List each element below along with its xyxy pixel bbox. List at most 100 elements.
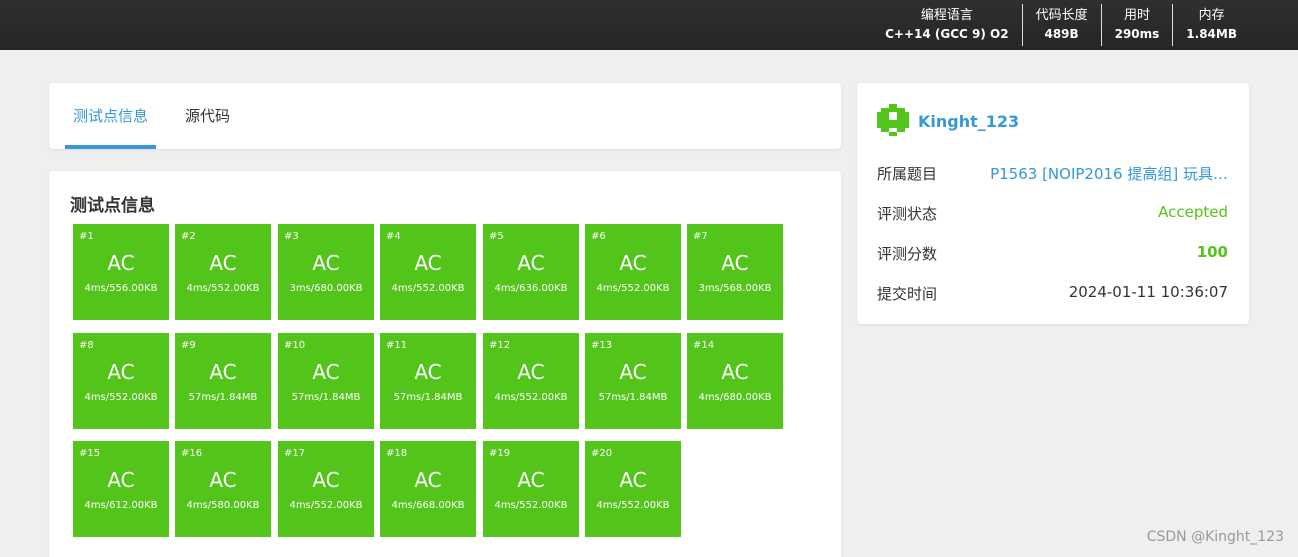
test-case-number: #3 — [284, 231, 299, 242]
test-case-number: #5 — [489, 231, 504, 242]
info-key: 评测状态 — [877, 205, 938, 223]
test-case-tile[interactable]: #17 AC 4ms/552.00KB — [278, 441, 374, 537]
test-case-meta: 3ms/680.00KB — [289, 283, 363, 294]
test-case-number: #1 — [79, 231, 94, 242]
test-case-status: AC — [721, 251, 749, 275]
test-case-tile[interactable]: #8 AC 4ms/552.00KB — [73, 333, 169, 429]
test-case-meta: 4ms/552.00KB — [289, 500, 363, 511]
test-case-number: #7 — [693, 231, 708, 242]
test-case-tile[interactable]: #18 AC 4ms/668.00KB — [380, 441, 476, 537]
test-case-number: #17 — [284, 448, 306, 459]
test-case-meta: 4ms/552.00KB — [596, 283, 670, 294]
test-case-number: #12 — [489, 340, 511, 351]
test-case-meta: 57ms/1.84MB — [188, 392, 258, 403]
info-key: 提交时间 — [877, 285, 938, 303]
stat-label: 用时 — [1123, 8, 1150, 23]
test-case-number: #4 — [386, 231, 401, 242]
test-case-status: AC — [517, 360, 545, 384]
test-case-meta: 4ms/612.00KB — [84, 500, 158, 511]
test-case-tile[interactable]: #5 AC 4ms/636.00KB — [483, 224, 579, 320]
test-case-tile[interactable]: #6 AC 4ms/552.00KB — [585, 224, 681, 320]
section-title: 测试点信息 — [70, 196, 155, 216]
test-case-status: AC — [414, 468, 442, 492]
test-case-number: #8 — [79, 340, 94, 351]
test-case-tile[interactable]: #1 AC 4ms/556.00KB — [73, 224, 169, 320]
top-bar: 编程语言 C++14 (GCC 9) O2 代码长度 489B 用时 290ms… — [0, 0, 1298, 50]
test-case-status: AC — [517, 251, 545, 275]
test-case-tile[interactable]: #2 AC 4ms/552.00KB — [175, 224, 271, 320]
test-case-meta: 4ms/552.00KB — [494, 392, 568, 403]
test-case-meta: 57ms/1.84MB — [598, 392, 668, 403]
test-case-status: AC — [619, 251, 647, 275]
test-case-status: AC — [312, 251, 340, 275]
test-case-status: AC — [414, 360, 442, 384]
test-case-tile[interactable]: #9 AC 57ms/1.84MB — [175, 333, 271, 429]
test-case-number: #10 — [284, 340, 306, 351]
stat-value: C++14 (GCC 9) O2 — [885, 27, 1009, 41]
test-case-meta: 4ms/668.00KB — [391, 500, 465, 511]
test-case-number: #6 — [591, 231, 606, 242]
test-case-number: #9 — [181, 340, 196, 351]
username-link[interactable]: Kinght_123 — [918, 112, 1019, 131]
test-case-status: AC — [619, 360, 647, 384]
test-case-number: #16 — [181, 448, 203, 459]
avatar-icon[interactable] — [877, 104, 909, 136]
test-case-number: #18 — [386, 448, 408, 459]
test-case-meta: 4ms/552.00KB — [494, 500, 568, 511]
test-case-status: AC — [107, 251, 135, 275]
status-value: Accepted — [1158, 203, 1228, 221]
test-case-tile[interactable]: #12 AC 4ms/552.00KB — [483, 333, 579, 429]
stat-value: 1.84MB — [1186, 27, 1237, 41]
submission-info-card: Kinght_123 所属题目 P1563 [NOIP2016 提高组] 玩具…… — [857, 83, 1249, 324]
problem-link[interactable]: P1563 [NOIP2016 提高组] 玩具… — [990, 163, 1228, 184]
test-case-meta: 4ms/552.00KB — [596, 500, 670, 511]
test-case-status: AC — [209, 251, 237, 275]
info-row-submit-time: 提交时间 2024-01-11 10:36:07 — [877, 283, 1228, 303]
test-case-status: AC — [209, 360, 237, 384]
tab-source-code[interactable]: 源代码 — [185, 83, 230, 149]
test-case-tile[interactable]: #16 AC 4ms/580.00KB — [175, 441, 271, 537]
test-case-number: #14 — [693, 340, 715, 351]
submit-time-value: 2024-01-11 10:36:07 — [1068, 283, 1228, 301]
test-case-tile[interactable]: #13 AC 57ms/1.84MB — [585, 333, 681, 429]
info-key: 所属题目 — [877, 165, 938, 183]
score-value: 100 — [1196, 243, 1228, 261]
stat-code-length: 代码长度 489B — [1021, 4, 1101, 46]
test-case-tile[interactable]: #15 AC 4ms/612.00KB — [73, 441, 169, 537]
stat-value: 489B — [1044, 27, 1079, 41]
stat-label: 编程语言 — [920, 8, 973, 23]
tabs-card: 测试点信息 源代码 — [49, 83, 841, 149]
test-case-tile[interactable]: #14 AC 4ms/680.00KB — [687, 333, 783, 429]
stat-value: 290ms — [1114, 27, 1160, 41]
test-case-tile[interactable]: #3 AC 3ms/680.00KB — [278, 224, 374, 320]
test-case-tile[interactable]: #20 AC 4ms/552.00KB — [585, 441, 681, 537]
test-case-number: #20 — [591, 448, 613, 459]
test-case-number: #11 — [386, 340, 408, 351]
test-results-card: 测试点信息 #1 AC 4ms/556.00KB #2 AC 4ms/552.00KB #3… — [49, 171, 841, 557]
test-case-number: #19 — [489, 448, 511, 459]
test-case-meta: 57ms/1.84MB — [393, 392, 463, 403]
test-case-status: AC — [312, 468, 340, 492]
test-case-tile[interactable]: #4 AC 4ms/552.00KB — [380, 224, 476, 320]
submission-stats: 编程语言 C++14 (GCC 9) O2 代码长度 489B 用时 290ms… — [872, 4, 1250, 46]
test-case-tile[interactable]: #10 AC 57ms/1.84MB — [278, 333, 374, 429]
test-case-status: AC — [107, 468, 135, 492]
stat-time: 用时 290ms — [1100, 4, 1173, 46]
stat-label: 内存 — [1198, 8, 1225, 23]
test-case-meta: 4ms/636.00KB — [494, 283, 568, 294]
test-case-status: AC — [107, 360, 135, 384]
stat-memory: 内存 1.84MB — [1172, 4, 1250, 46]
test-case-meta: 4ms/552.00KB — [186, 283, 260, 294]
test-case-meta: 4ms/552.00KB — [391, 283, 465, 294]
tab-test-info[interactable]: 测试点信息 — [64, 83, 157, 149]
test-case-status: AC — [721, 360, 749, 384]
test-case-number: #13 — [591, 340, 613, 351]
test-case-tile[interactable]: #11 AC 57ms/1.84MB — [380, 333, 476, 429]
stat-label: 代码长度 — [1035, 8, 1088, 23]
test-case-meta: 4ms/552.00KB — [84, 392, 158, 403]
test-case-number: #15 — [79, 448, 101, 459]
test-case-status: AC — [517, 468, 545, 492]
test-case-tile[interactable]: #19 AC 4ms/552.00KB — [483, 441, 579, 537]
info-row-problem: 所属题目 P1563 [NOIP2016 提高组] 玩具… — [877, 163, 1228, 183]
test-case-tile[interactable]: #7 AC 3ms/568.00KB — [687, 224, 783, 320]
